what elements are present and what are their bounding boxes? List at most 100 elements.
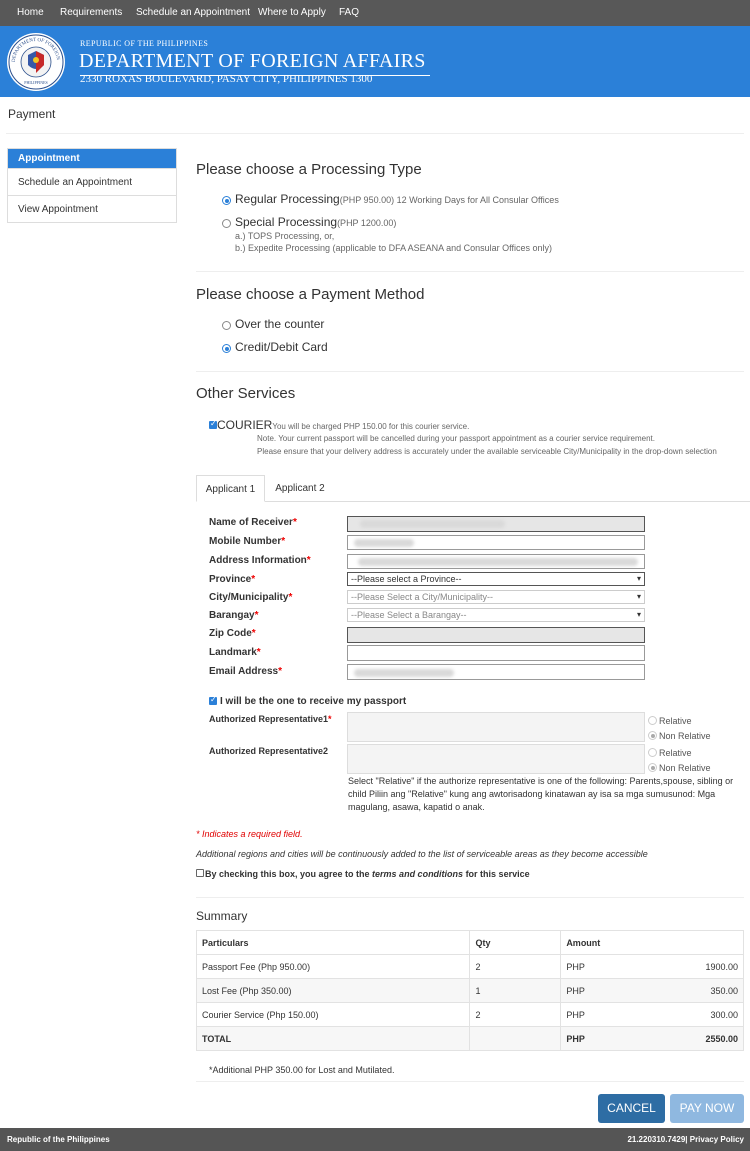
rep2-relative-label: Relative [659, 748, 692, 758]
nav-schedule[interactable]: Schedule an Appointment [136, 0, 250, 26]
processing-heading: Please choose a Processing Type [196, 161, 422, 178]
sidebar: Appointment Schedule an Appointment View… [7, 148, 177, 223]
sidebar-heading: Appointment [8, 149, 176, 168]
nav-home[interactable]: Home [17, 0, 44, 26]
special-processing-line1: a.) TOPS Processing, or, [235, 231, 335, 241]
barangay-select[interactable]: --Please Select a Barangay-- ▾ [347, 608, 645, 622]
amount-cell: PHP 300.00 [560, 1002, 744, 1027]
province-label: Province* [209, 574, 256, 585]
table-row: Lost Fee (Php 350.00) 1 PHP 350.00 [195, 978, 744, 1003]
sidebar-item-schedule[interactable]: Schedule an Appointment [8, 168, 176, 195]
relative-note: Select "Relative" if the authorize repre… [348, 776, 734, 812]
terms-link[interactable]: terms and conditions [372, 869, 463, 879]
chevron-down-icon: ▾ [636, 574, 641, 583]
cancel-button[interactable]: CANCEL [598, 1094, 665, 1123]
regions-note: Additional regions and cities will be co… [196, 849, 648, 859]
qty-cell: 1 [469, 978, 562, 1003]
rep1-textarea[interactable] [347, 712, 645, 742]
redacted-value [354, 669, 454, 677]
nav-requirements[interactable]: Requirements [60, 0, 122, 26]
address-label: Address Information* [209, 555, 311, 566]
particular-cell: Courier Service (Php 150.00) [195, 1002, 471, 1027]
landmark-input[interactable] [347, 645, 645, 661]
redacted-value [354, 539, 414, 547]
redacted-value [360, 520, 505, 528]
city-label: City/Municipality* [209, 592, 293, 603]
payment-heading: Please choose a Payment Method [196, 286, 425, 303]
credit-card-label: Credit/Debit Card [235, 340, 328, 354]
footer-right[interactable]: 21.220310.7429| Privacy Policy [627, 1135, 744, 1144]
seal-bottom-text: PHILIPPINES [24, 80, 48, 85]
courier-charge: You will be charged PHP 150.00 for this … [272, 422, 470, 431]
terms-checkbox[interactable] [196, 869, 204, 877]
pay-now-button[interactable]: PAY NOW [670, 1094, 744, 1123]
divider [196, 371, 744, 372]
divider [196, 1081, 744, 1082]
address-information-input[interactable] [347, 554, 645, 569]
nav-faq[interactable]: FAQ [339, 0, 359, 26]
special-processing-radio[interactable] [222, 219, 231, 228]
redacted-value [358, 558, 638, 566]
summary-title: Summary [196, 909, 248, 923]
table-row: Passport Fee (Php 950.00) 2 PHP 1900.00 [195, 954, 744, 979]
email-label: Email Address* [209, 666, 283, 677]
summary-table: Particulars Qty Amount Passport Fee (Php… [195, 930, 744, 1051]
divider [6, 133, 744, 134]
particular-cell: Lost Fee (Php 350.00) [195, 978, 471, 1003]
banner-department: DEPARTMENT OF FOREIGN AFFAIRS [79, 50, 426, 72]
header-banner: DEPARTMENT OF FOREIGN AFFAIRS PHILIPPINE… [0, 26, 750, 97]
credit-card-radio[interactable] [222, 344, 231, 353]
rep1-nonrelative-radio[interactable] [648, 731, 657, 740]
over-counter-label: Over the counter [235, 317, 325, 331]
rep1-label: Authorized Representative1* [209, 714, 332, 724]
special-processing-price: (PHP 1200.00) [337, 218, 397, 228]
lost-fee-footnote: *Additional PHP 350.00 for Lost and Muti… [209, 1065, 395, 1075]
banner-address: 2330 ROXAS BOULEVARD, PASAY CITY, PHILIP… [80, 73, 373, 85]
city-select[interactable]: --Please Select a City/Municipality-- ▾ [347, 590, 645, 604]
total-row: TOTAL PHP 2550.00 [195, 1026, 744, 1051]
name-of-receiver-input[interactable] [347, 516, 645, 532]
sidebar-item-view[interactable]: View Appointment [8, 195, 176, 222]
mobile-number-input[interactable] [347, 535, 645, 550]
regular-processing-radio[interactable] [222, 196, 231, 205]
qty-cell: 2 [469, 954, 562, 979]
tab-applicant-2[interactable]: Applicant 2 [266, 475, 334, 502]
other-services-heading: Other Services [196, 385, 296, 402]
name-label: Name of Receiver* [209, 517, 297, 528]
over-counter-radio[interactable] [222, 321, 231, 330]
rep1-relative-label: Relative [659, 716, 692, 726]
zip-code-input[interactable] [347, 627, 645, 643]
rep2-nonrelative-radio[interactable] [648, 763, 657, 772]
courier-label: COURIER [217, 418, 273, 432]
terms-label: By checking this box, you agree to the t… [205, 869, 530, 879]
email-address-input[interactable] [347, 664, 645, 680]
rep2-textarea[interactable] [347, 744, 645, 774]
rep2-nonrelative-label: Non Relative [659, 763, 711, 773]
barangay-label: Barangay* [209, 610, 259, 621]
divider [196, 271, 744, 272]
rep1-nonrelative-label: Non Relative [659, 731, 711, 741]
self-receive-checkbox[interactable] [209, 695, 217, 705]
courier-checkbox[interactable] [209, 419, 217, 429]
top-nav: Home Requirements Schedule an Appointmen… [0, 0, 750, 26]
tab-applicant-1[interactable]: Applicant 1 [196, 475, 265, 502]
chevron-down-icon: ▾ [636, 610, 641, 619]
total-qty-cell [469, 1026, 562, 1051]
rep2-relative-radio[interactable] [648, 748, 657, 757]
province-select[interactable]: --Please select a Province-- ▾ [347, 572, 645, 586]
landmark-label: Landmark* [209, 647, 261, 658]
chevron-down-icon: ▾ [636, 592, 641, 601]
table-header-row: Particulars Qty Amount [195, 930, 744, 955]
footer: Republic of the Philippines 21.220310.74… [0, 1128, 750, 1151]
header-particulars: Particulars [195, 930, 471, 955]
footer-left: Republic of the Philippines [7, 1135, 110, 1144]
special-processing-line2: b.) Expedite Processing (applicable to D… [235, 243, 552, 253]
divider [196, 897, 744, 898]
rep1-relative-radio[interactable] [648, 716, 657, 725]
page-title: Payment [8, 107, 56, 121]
nav-where-to-apply[interactable]: Where to Apply [258, 0, 326, 26]
dfa-seal-logo: DEPARTMENT OF FOREIGN AFFAIRS PHILIPPINE… [6, 32, 65, 91]
regular-processing-detail: (PHP 950.00) 12 Working Days for All Con… [339, 195, 559, 205]
required-field-note: * Indicates a required field. [196, 829, 303, 839]
amount-cell: PHP 1900.00 [560, 954, 744, 979]
